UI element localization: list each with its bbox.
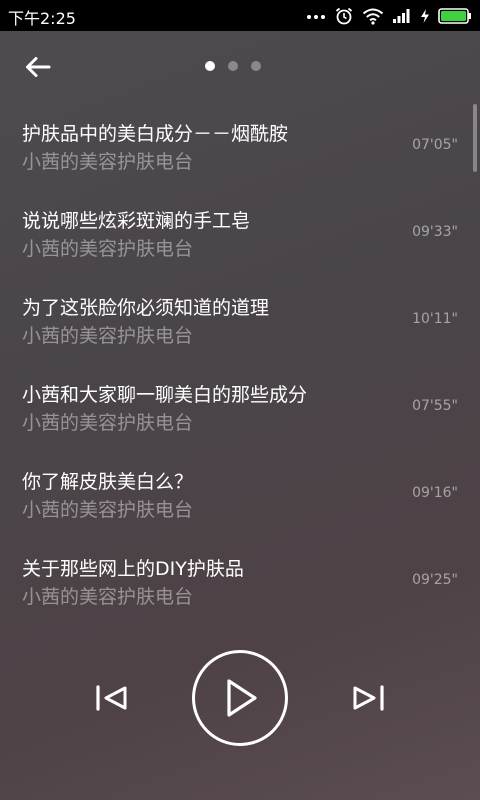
episode-item[interactable]: 说说哪些炫彩斑斓的手工皂 小茜的美容护肤电台 09'33"	[0, 195, 480, 282]
episode-item[interactable]: 为了这张脸你必须知道的道理 小茜的美容护肤电台 10'11"	[0, 282, 480, 369]
page-indicator	[205, 61, 261, 71]
episode-duration: 09'16"	[412, 485, 458, 501]
episode-duration: 07'55"	[412, 398, 458, 414]
episode-title: 护肤品中的美白成分－－烟酰胺	[22, 123, 289, 145]
previous-button[interactable]	[92, 680, 132, 716]
status-bar: 下午2:25	[0, 0, 480, 31]
episode-title: 为了这张脸你必须知道的道理	[22, 297, 270, 319]
episode-item[interactable]: 你了解皮肤美白么？ 小茜的美容护肤电台 09'16"	[0, 456, 480, 543]
episode-item[interactable]: 护肤品中的美白成分－－烟酰胺 小茜的美容护肤电台 07'05"	[0, 108, 480, 195]
back-button[interactable]	[18, 49, 58, 85]
list-scrollbar[interactable]	[473, 104, 477, 172]
next-button[interactable]	[348, 680, 388, 716]
episode-channel: 小茜的美容护肤电台	[22, 238, 194, 260]
episode-title: 小茜和大家聊一聊美白的那些成分	[22, 384, 308, 406]
play-icon	[227, 679, 257, 717]
episode-item[interactable]: 关于那些网上的DIY护肤品 小茜的美容护肤电台 09'25"	[0, 543, 480, 630]
back-arrow-icon	[26, 57, 51, 77]
episode-item[interactable]: 小茜和大家聊一聊美白的那些成分 小茜的美容护肤电台 07'55"	[0, 369, 480, 456]
episode-channel: 小茜的美容护肤电台	[22, 499, 194, 521]
episode-duration: 09'25"	[412, 572, 458, 588]
status-time: 下午2:25	[8, 9, 76, 28]
page-indicator-dot-3[interactable]	[251, 61, 261, 71]
alarm-icon	[334, 6, 354, 26]
episode-title: 你了解皮肤美白么？	[22, 471, 194, 493]
header-bar	[0, 31, 480, 101]
episode-duration: 10'11"	[412, 311, 458, 327]
signal-icon	[392, 8, 412, 24]
episode-duration: 09'33"	[412, 224, 458, 240]
status-icons	[306, 0, 472, 31]
page-indicator-dot-1[interactable]	[205, 61, 215, 71]
charging-icon	[420, 8, 430, 24]
battery-icon	[438, 7, 472, 24]
episode-channel: 小茜的美容护肤电台	[22, 412, 194, 434]
page-indicator-dot-2[interactable]	[228, 61, 238, 71]
episode-list: 护肤品中的美白成分－－烟酰胺 小茜的美容护肤电台 07'05" 说说哪些炫彩斑斓…	[0, 108, 480, 630]
wifi-icon	[362, 7, 384, 25]
episode-duration: 07'05"	[412, 137, 458, 153]
episode-channel: 小茜的美容护肤电台	[22, 325, 194, 347]
more-dots-icon	[306, 11, 326, 21]
play-button[interactable]	[192, 650, 288, 746]
episode-title: 关于那些网上的DIY护肤品	[22, 558, 244, 580]
skip-next-icon	[353, 685, 384, 711]
episode-channel: 小茜的美容护肤电台	[22, 586, 194, 608]
player-controls	[0, 650, 480, 750]
episode-title: 说说哪些炫彩斑斓的手工皂	[22, 210, 251, 232]
episode-channel: 小茜的美容护肤电台	[22, 151, 194, 173]
radio-playlist-screen: 下午2:25 护肤品中的美白成分－－烟酰胺 小茜的美容护肤电台 07'05" 说…	[0, 0, 480, 800]
skip-previous-icon	[96, 685, 127, 711]
